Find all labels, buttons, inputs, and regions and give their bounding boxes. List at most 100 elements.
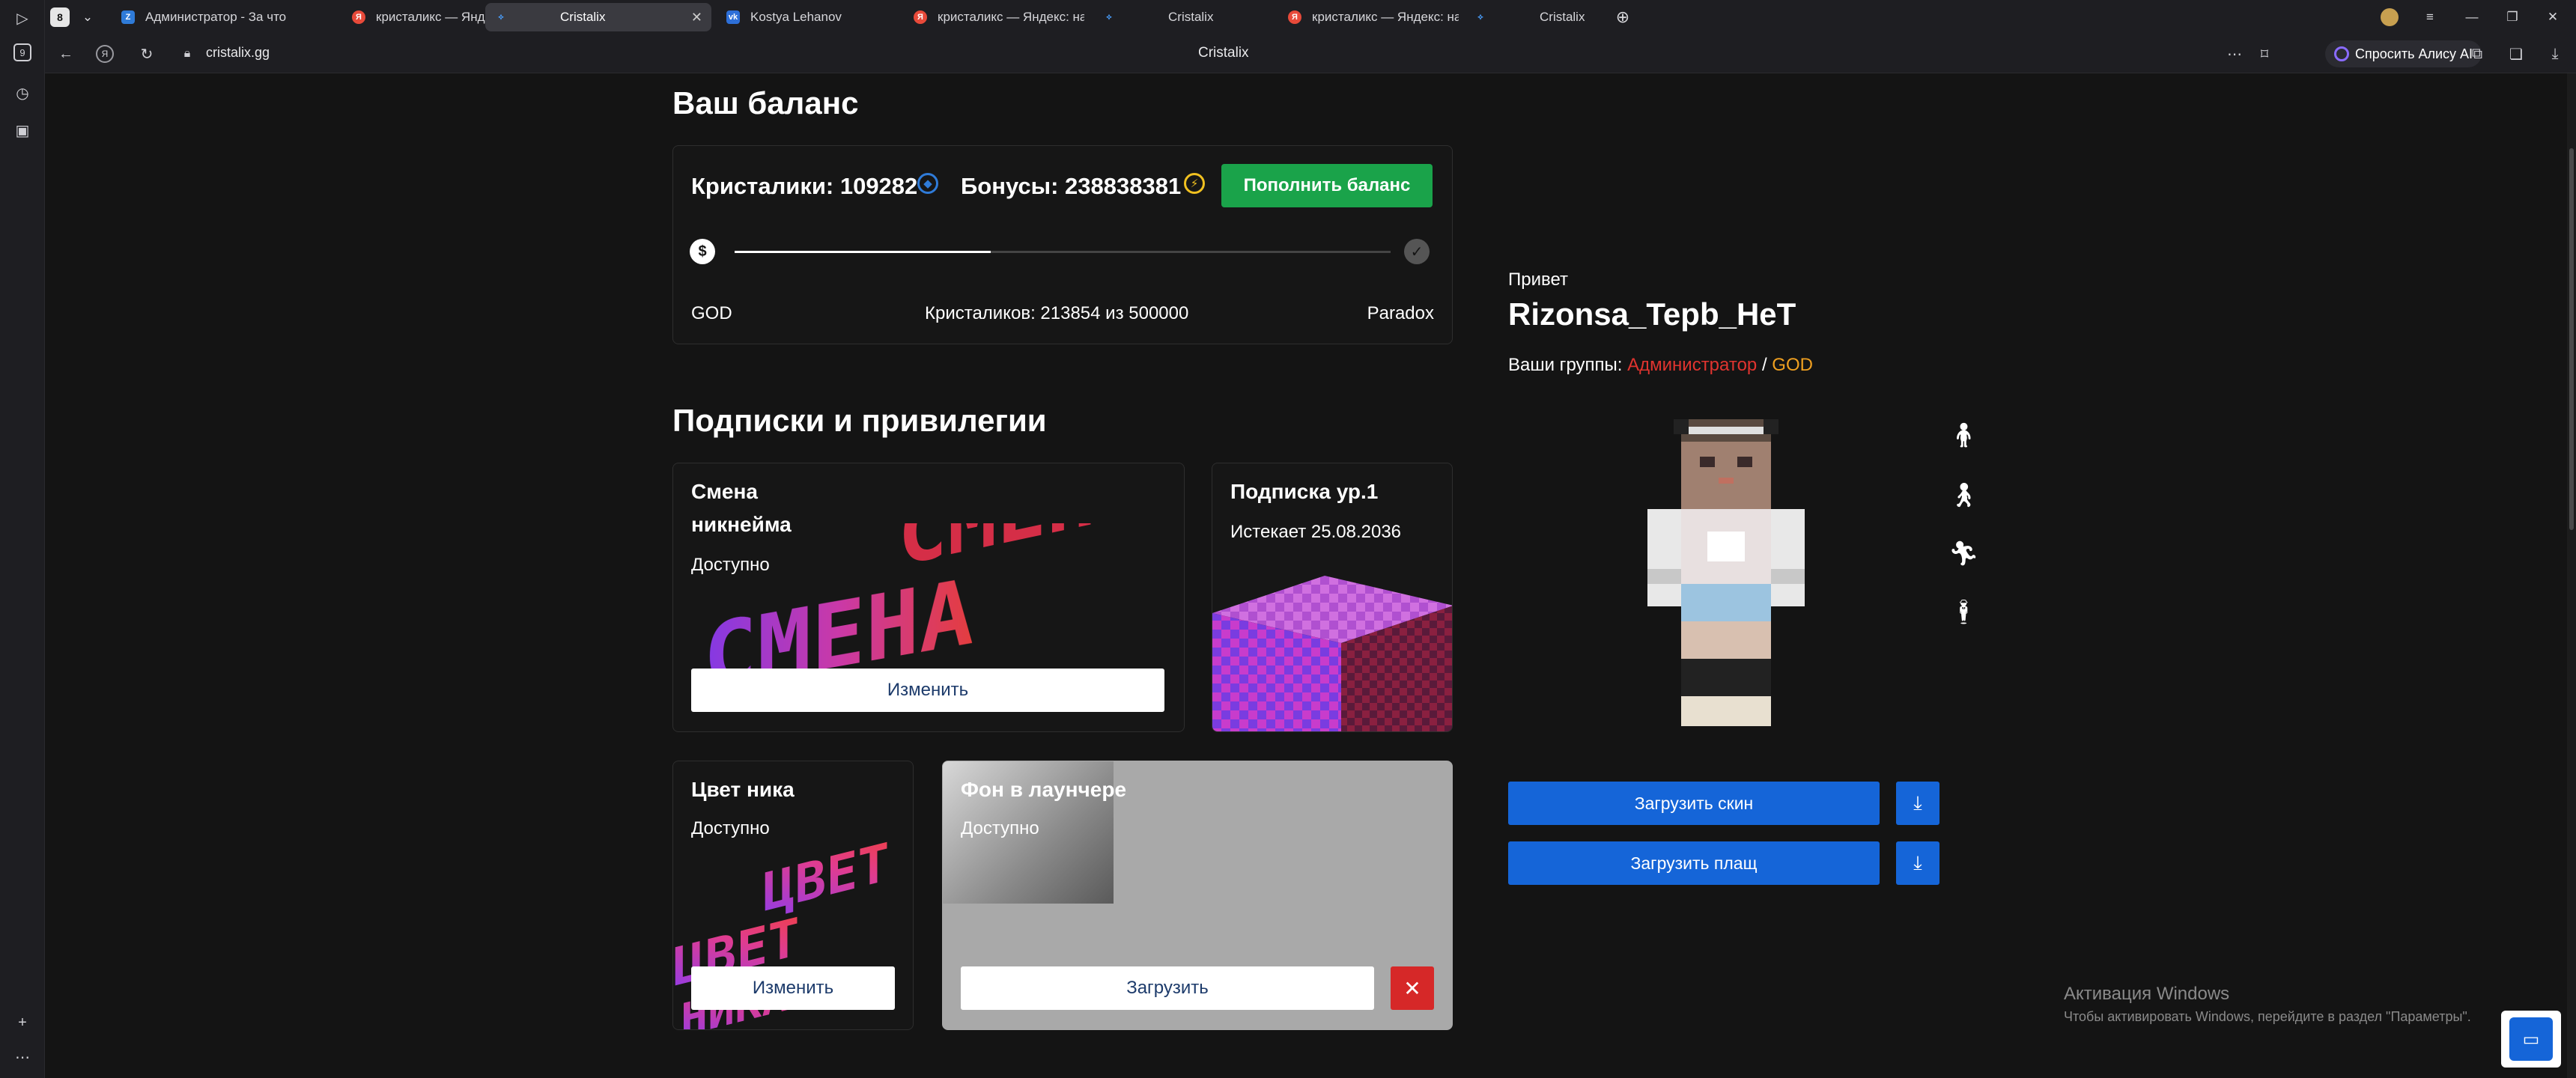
windows-activation-subtitle: Чтобы активировать Windows, перейдите в … xyxy=(2064,1009,2471,1024)
new-tab-icon[interactable]: ⊕ xyxy=(1611,3,1634,31)
add-icon[interactable]: + xyxy=(10,1011,34,1035)
bonus-icon: ⚡ xyxy=(1184,173,1205,194)
pose-run-icon[interactable]: 🏃︎ xyxy=(1948,539,1979,567)
restore-icon[interactable]: ❐ xyxy=(2501,3,2524,31)
upload-skin-button[interactable]: Загрузить скин xyxy=(1508,782,1880,825)
tab-4[interactable]: Я кристаликс — Яндекс: на xyxy=(905,3,1084,31)
pose-walk-icon[interactable]: 🚶︎ xyxy=(1948,481,1979,509)
card-title: Фон в лаунчере xyxy=(961,778,1127,801)
tab-label: кристаликс — Яндекс: на xyxy=(938,10,1084,24)
download-cape-icon[interactable]: ⤓ xyxy=(1896,841,1939,885)
cristalix-icon: ⟡ xyxy=(1106,12,1112,22)
progress-from-label: GOD xyxy=(691,303,732,323)
sidebar-badge[interactable]: 9 xyxy=(13,43,31,61)
progress-text: Кристаликов: 213854 из 500000 xyxy=(925,303,1189,323)
crystal-icon: ◆ xyxy=(917,173,938,194)
yandex-icon: Я xyxy=(1288,10,1301,24)
nick-color-card: ЦВЕТ ЦВЕТ НИКА Цвет ника Доступно Измени… xyxy=(672,761,914,1030)
card-title-line1: Смена xyxy=(691,480,758,503)
windows-activation-title: Активация Windows xyxy=(2064,984,2230,1004)
delete-background-button[interactable]: ✕ xyxy=(1391,966,1434,1010)
more-icon[interactable]: ⋯ xyxy=(10,1045,34,1069)
collections-icon[interactable]: ❏ xyxy=(2506,43,2527,64)
ask-alisa-button[interactable]: Спросить Алису AI xyxy=(2325,40,2482,67)
more-options-icon[interactable]: ⋯ xyxy=(2224,43,2245,64)
tab-6[interactable]: Я кристаликс — Яндекс: на xyxy=(1279,3,1459,31)
nickname-change-card: СМЕНА СМЕНА СМЕ Смена никнейма Доступно … xyxy=(672,463,1185,732)
tab-label: Администратор - За что xyxy=(145,10,287,24)
check-icon: ✓ xyxy=(1404,239,1430,264)
crystals-amount: Кристалики: 109282 xyxy=(691,173,918,199)
tab-2-active[interactable]: ⟡ Cristalix ✕ xyxy=(485,3,711,31)
profile-button[interactable]: 8 xyxy=(45,3,75,31)
extensions-icon[interactable]: ⧉ xyxy=(2467,43,2488,64)
alisa-icon xyxy=(2334,46,2349,61)
pose-stand-icon[interactable]: 🧍︎ xyxy=(1948,421,1979,449)
tab-5[interactable]: ⟡ Cristalix xyxy=(1093,3,1273,31)
card-status: Доступно xyxy=(691,555,770,575)
upload-cape-button[interactable]: Загрузить плащ xyxy=(1508,841,1880,885)
card-status: Доступно xyxy=(691,818,770,838)
group-god: GOD xyxy=(1772,355,1813,375)
subscription-card: Подписка ур.1 Истекает 25.08.2036 xyxy=(1212,463,1453,732)
menu-icon[interactable]: ≡ xyxy=(2419,3,2441,31)
svg-text:СМЕНА: СМЕНА xyxy=(898,523,1146,585)
yandex-logo-icon[interactable]: Я xyxy=(96,45,114,63)
chat-icon: ▭ xyxy=(2509,1017,2553,1061)
subscriptions-title: Подписки и привилегии xyxy=(672,403,1047,438)
tab-label: Kostya Lehanov xyxy=(750,10,842,24)
topup-button[interactable]: Пополнить баланс xyxy=(1221,164,1433,207)
page-title: Cristalix xyxy=(1198,45,1249,61)
groups-label: Ваши группы: xyxy=(1508,355,1623,375)
screen-icon[interactable]: ▣ xyxy=(10,118,34,142)
balance-title: Ваш баланс xyxy=(672,85,859,121)
minimize-icon[interactable]: — xyxy=(2461,3,2483,31)
bonuses-amount: Бонусы: 238838381 xyxy=(961,173,1182,199)
username: Rizonsa_Tepb_HeT xyxy=(1508,296,1796,332)
reload-icon[interactable]: ↻ xyxy=(136,43,157,64)
dollar-icon: $ xyxy=(690,239,715,264)
card-title: Подписка ур.1 xyxy=(1230,480,1379,503)
vk-icon: vk xyxy=(726,10,740,24)
card-title: Цвет ника xyxy=(691,778,795,801)
change-color-button[interactable]: Изменить xyxy=(691,966,895,1010)
chat-widget[interactable]: ▭ xyxy=(2501,1011,2561,1068)
scrollbar-thumb[interactable] xyxy=(2569,148,2574,530)
change-nickname-button[interactable]: Изменить xyxy=(691,669,1164,712)
bookmark-icon[interactable]: ⌑ xyxy=(2254,43,2275,64)
group-separator: / xyxy=(1761,355,1767,375)
greeting: Привет xyxy=(1508,270,1569,290)
news-icon: Z xyxy=(121,10,135,24)
cube-art xyxy=(1212,576,1452,731)
tab-3[interactable]: vk Kostya Lehanov xyxy=(717,3,897,31)
tab-label: кристаликс — Яндекс: на xyxy=(1312,10,1459,24)
tab-label: Cristalix xyxy=(1540,10,1585,24)
url-field[interactable]: cristalix.gg xyxy=(206,45,270,61)
close-tab-icon[interactable]: ✕ xyxy=(691,10,702,25)
progress-track xyxy=(735,251,1391,253)
pose-tpose-icon[interactable]: 🕴︎ xyxy=(1948,597,1979,626)
browser-sidebar: ▷ 9 ◷ ▣ + ⋯ xyxy=(0,0,45,1078)
cristalix-icon: ⟡ xyxy=(1477,12,1483,22)
download-skin-icon[interactable]: ⤓ xyxy=(1896,782,1939,825)
close-window-icon[interactable]: ✕ xyxy=(2542,3,2564,31)
tab-bar: 8 ⌄ Z Администратор - За что Я кристалик… xyxy=(45,0,2576,34)
card-status: Доступно xyxy=(961,818,1039,838)
tab-0[interactable]: Z Администратор - За что xyxy=(112,3,334,31)
progress-fill xyxy=(735,251,991,253)
downloads-icon[interactable]: ⤓ xyxy=(2545,43,2566,64)
upload-background-button[interactable]: Загрузить xyxy=(961,966,1374,1010)
tabs-dropdown-icon[interactable]: ⌄ xyxy=(78,3,97,31)
group-admin: Администратор xyxy=(1627,355,1758,375)
groups-line: Ваши группы: Администратор / GOD xyxy=(1508,355,1813,376)
scrollbar[interactable] xyxy=(2567,73,2576,1078)
history-icon[interactable]: ◷ xyxy=(10,81,34,105)
profile-badge: 8 xyxy=(50,7,70,27)
card-status: Истекает 25.08.2036 xyxy=(1230,522,1402,542)
address-bar: ← Я ↻ 🔒︎ cristalix.gg Cristalix ⋯ ⌑ Спро… xyxy=(45,34,2576,73)
skin-preview xyxy=(1647,419,1805,726)
avatar[interactable] xyxy=(2378,3,2401,31)
back-icon[interactable]: ← xyxy=(55,43,76,64)
tab-label: Cristalix xyxy=(560,10,606,24)
play-icon[interactable]: ▷ xyxy=(10,6,34,30)
